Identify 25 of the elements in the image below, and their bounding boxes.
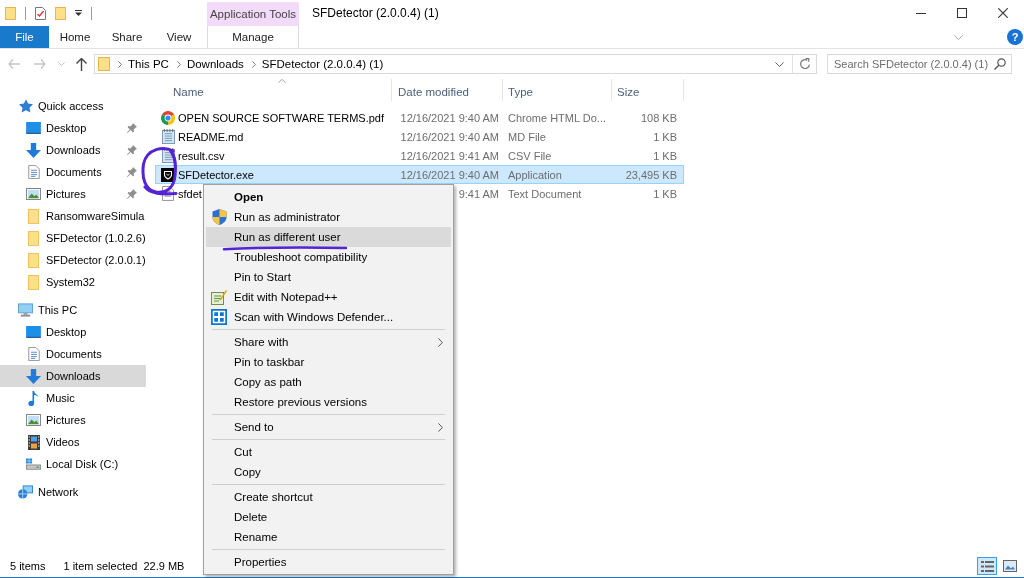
file-name: sfdet xyxy=(178,187,202,200)
selection-size: 22.9 MB xyxy=(143,560,185,572)
file-type-text: Text Document xyxy=(507,187,583,200)
file-name: OPEN SOURCE SOFTWARE TERMS.pdf xyxy=(178,111,384,124)
file-name: SFDetector.exe xyxy=(178,168,254,181)
date-modified-text: 12/16/2021 9:40 AM xyxy=(399,111,500,124)
item-count: 5 items xyxy=(10,560,46,572)
contextual-group-header: Application Tools xyxy=(207,2,299,26)
selection-count: 1 item selected xyxy=(63,560,138,572)
file-type-text: MD File xyxy=(507,130,547,143)
date-modified-text: 12/16/2021 9:41 AM xyxy=(399,149,500,162)
file-size-text: 1 KB xyxy=(652,187,678,200)
file-size-text: 1 KB xyxy=(652,149,678,162)
file-size-text: 23,495 KB xyxy=(624,168,678,181)
file-type-text: Chrome HTML Do... xyxy=(507,111,607,124)
window-title: SFDetector (2.0.0.4) (1) xyxy=(312,6,439,20)
file-size-text: 108 KB xyxy=(639,111,678,124)
date-modified-text: 12/16/2021 9:40 AM xyxy=(399,130,500,143)
file-name: README.md xyxy=(178,130,244,143)
file-name: result.csv xyxy=(178,149,225,162)
file-size-text: 1 KB xyxy=(652,130,678,143)
file-type-text: Application xyxy=(507,168,563,181)
date-modified-text: 9:41 AM xyxy=(457,187,500,200)
file-type-text: CSV File xyxy=(507,149,553,162)
date-modified-text: 12/16/2021 9:40 AM xyxy=(399,168,500,181)
